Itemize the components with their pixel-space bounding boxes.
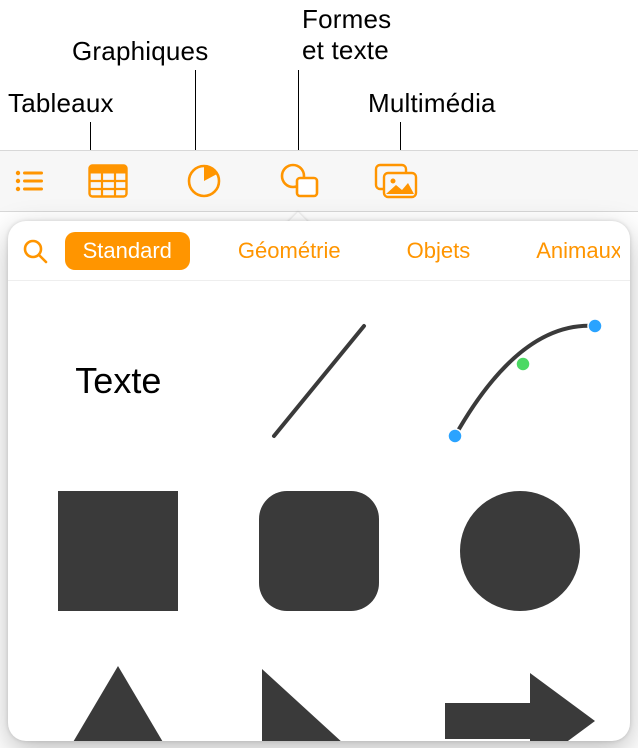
insert-toolbar	[0, 150, 638, 212]
list-button[interactable]	[0, 150, 60, 212]
table-icon	[88, 164, 128, 198]
tab-objets[interactable]: Objets	[389, 232, 489, 270]
chart-button[interactable]	[156, 150, 252, 212]
triangle-icon	[48, 661, 188, 741]
shape-circle[interactable]	[429, 471, 610, 631]
right-triangle-icon	[254, 661, 384, 741]
chart-icon	[186, 163, 222, 199]
shape-text-label: Texte	[75, 360, 161, 402]
square-icon	[58, 491, 178, 611]
search-button[interactable]	[16, 231, 55, 271]
shape-arrow[interactable]	[429, 641, 610, 741]
list-icon	[15, 169, 45, 193]
tab-animaux[interactable]: Animaux	[518, 232, 620, 270]
tab-standard[interactable]: Standard	[65, 232, 190, 270]
search-icon	[21, 237, 49, 265]
category-tabs: Standard Géométrie Objets Animaux	[65, 232, 620, 270]
rounded-square-icon	[259, 491, 379, 611]
media-button[interactable]	[348, 150, 444, 212]
category-bar: Standard Géométrie Objets Animaux	[8, 221, 630, 281]
shape-line[interactable]	[229, 301, 410, 461]
shape-right-triangle[interactable]	[229, 641, 410, 741]
shape-triangle[interactable]	[28, 641, 209, 741]
callout-formes: Formes et texte	[302, 4, 391, 66]
shapes-popover: Standard Géométrie Objets Animaux Texte	[8, 221, 630, 741]
shape-text[interactable]: Texte	[28, 301, 209, 461]
shapes-button[interactable]	[252, 150, 348, 212]
shape-curve[interactable]	[429, 301, 610, 461]
table-button[interactable]	[60, 150, 156, 212]
curve-icon	[435, 306, 605, 456]
shape-icon	[280, 163, 320, 199]
circle-icon	[460, 491, 580, 611]
arrow-icon	[440, 661, 600, 741]
callout-graphiques: Graphiques	[72, 36, 208, 67]
shapes-grid: Texte	[8, 281, 630, 741]
callout-area: Tableaux Graphiques Formes et texte Mult…	[0, 0, 638, 150]
shape-square[interactable]	[28, 471, 209, 631]
media-icon	[374, 163, 418, 199]
line-icon	[244, 306, 394, 456]
callout-multimedia: Multimédia	[368, 88, 496, 119]
shape-rounded-square[interactable]	[229, 471, 410, 631]
tab-geometrie[interactable]: Géométrie	[220, 232, 359, 270]
callout-tableaux: Tableaux	[8, 88, 114, 119]
